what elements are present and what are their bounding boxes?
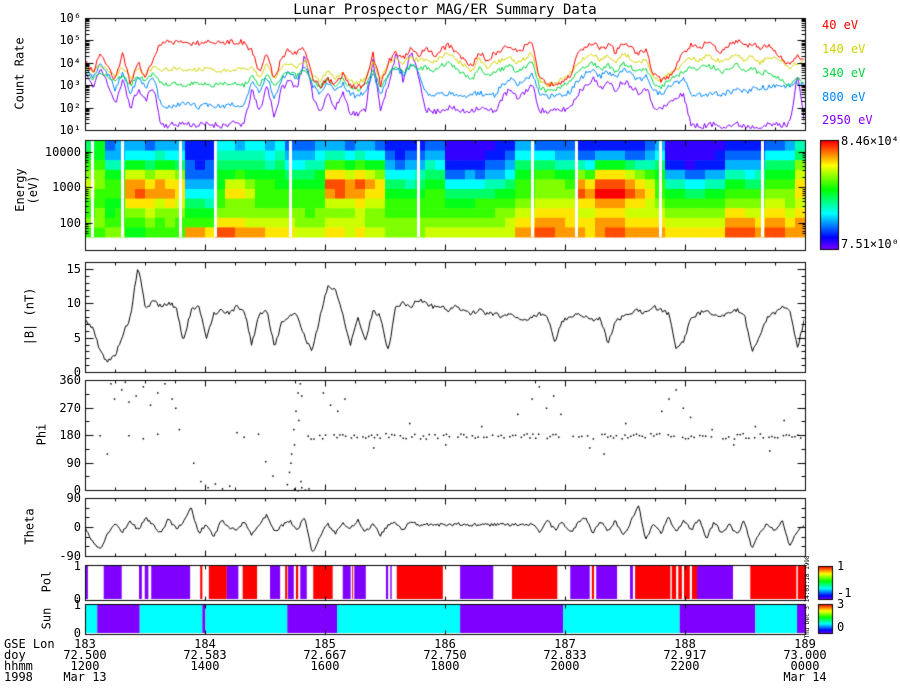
count-rate-ytick: 10⁶: [59, 11, 81, 25]
count-rate-ytick: 10¹: [59, 123, 81, 137]
bottom-date-value: Mar 14: [783, 670, 827, 684]
energy-ytick: 100: [59, 215, 81, 230]
count-rate-ytick: 10²: [59, 100, 81, 115]
pol-scale-max-label: 1: [837, 559, 845, 573]
plot-title: Lunar Prospector MAG/ER Summary Data: [293, 2, 597, 18]
count-rate-ytick: 10⁴: [59, 55, 81, 70]
bottom-hhmm-value: 1600: [310, 659, 340, 673]
phi-ytick: 270: [59, 400, 81, 415]
count-rate-ytick: 10⁵: [59, 33, 81, 48]
sun-ytick: 1: [73, 598, 81, 612]
energy-ytick: 10000: [44, 144, 81, 159]
bottom-hhmm-value: 2000: [550, 659, 580, 673]
bottom-row-label-year: 1998: [4, 670, 33, 684]
bmag-ytick: 15: [66, 261, 81, 276]
phi-ytick: 360: [59, 373, 81, 387]
colorbar-min-label: 7.51×10⁰: [841, 237, 899, 251]
bottom-hhmm-value: 1800: [430, 659, 460, 673]
colorbar-max-label: 8.46×10⁴: [841, 134, 899, 148]
theta-ytick: 0: [73, 520, 81, 534]
bmag-ytick: 5: [73, 330, 81, 345]
bottom-date-value: Mar 13: [63, 670, 107, 684]
bottom-hhmm-value: 1400: [190, 659, 220, 673]
energy-ytick: 1000: [52, 180, 81, 195]
bottom-hhmm-value: 2200: [670, 659, 700, 673]
legend-item-340ev: 340 eV: [822, 66, 866, 80]
legend-item-40ev: 40 eV: [822, 18, 859, 32]
phi-ytick: 90: [66, 455, 81, 470]
plot-canvas: [0, 0, 900, 700]
pol-ytick: 1: [73, 559, 81, 573]
legend-item-2950ev: 2950 eV: [822, 113, 873, 127]
count-rate-axis-label: Count Rate: [12, 37, 27, 110]
legend-item-140ev: 140 eV: [822, 42, 866, 56]
phi-ytick: 180: [59, 428, 81, 442]
lunar-prospector-summary-plot: { "title": "Lunar Prospector MAG/ER Summ…: [0, 0, 900, 700]
sun-scale-min-label: 0: [837, 620, 845, 634]
legend-item-800ev: 800 eV: [822, 90, 866, 104]
sun-scale-max-label: 3: [837, 597, 845, 611]
theta-ytick: 90: [66, 491, 81, 505]
count-rate-ytick: 10³: [59, 78, 81, 93]
bmag-ytick: 10: [66, 296, 81, 311]
